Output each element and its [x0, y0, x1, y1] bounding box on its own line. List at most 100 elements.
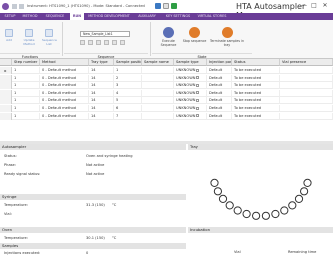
maximize-button[interactable]: □ [310, 2, 318, 10]
delete-icon[interactable] [96, 40, 101, 45]
cell-sample-name[interactable] [142, 97, 174, 105]
cell-step[interactable]: 1 [12, 82, 40, 90]
cell-status[interactable]: To be executed [232, 112, 280, 120]
cell-injection-port[interactable]: Default [207, 82, 232, 90]
tab-setup[interactable]: SETUP [2, 13, 18, 20]
execute-sequence-button[interactable]: Execute Sequence [156, 27, 181, 47]
sequence-name-input[interactable]: New_Sample_List1 [80, 31, 130, 37]
col-method[interactable]: Method [40, 59, 89, 66]
cell-sample-name[interactable] [142, 112, 174, 120]
cell-sample-type[interactable]: UNKNOWN [174, 82, 207, 90]
tab-method[interactable]: METHOD [19, 13, 41, 20]
row-selector[interactable]: ▸ [0, 67, 12, 74]
cell-tray-type[interactable]: 14 [89, 112, 114, 120]
cell-tray-type[interactable]: 14 [89, 74, 114, 82]
save-icon[interactable] [12, 4, 17, 9]
tab-method-development[interactable]: METHOD DEVELOPMENT [86, 13, 132, 20]
export-icon[interactable] [112, 40, 117, 45]
print-icon[interactable] [120, 40, 125, 45]
tray-vial-position[interactable] [252, 211, 261, 220]
update-method-button[interactable]: Update Method [22, 29, 36, 46]
stop-sequence-button[interactable]: Stop sequence [182, 27, 207, 43]
tray-vial-position[interactable] [271, 209, 280, 219]
col-vial-presence[interactable]: Vial presence [280, 59, 333, 66]
row-selector[interactable] [0, 112, 12, 120]
cell-vial-presence[interactable] [280, 112, 333, 120]
row-selector[interactable] [0, 82, 12, 90]
cell-vial-presence[interactable] [280, 105, 333, 112]
open-icon[interactable] [80, 40, 85, 45]
col-step-number[interactable]: Step number [12, 59, 40, 66]
cell-sample-position[interactable]: 5 [114, 97, 142, 105]
tab-run[interactable]: RUN [70, 13, 84, 20]
cell-status[interactable]: To be executed [232, 74, 280, 82]
row-selector[interactable] [0, 74, 12, 82]
row-selector[interactable] [0, 97, 12, 105]
cell-sample-type[interactable]: UNKNOWN [174, 105, 207, 112]
close-button[interactable]: ✕ [321, 2, 329, 10]
col-tray-type[interactable]: Tray type [89, 59, 114, 66]
cell-tray-type[interactable]: 14 [89, 67, 114, 74]
cell-method[interactable]: 0 - Default method [40, 105, 89, 112]
cell-injection-port[interactable]: Default [207, 97, 232, 105]
cell-sample-position[interactable]: 3 [114, 82, 142, 90]
cell-injection-port[interactable]: Default [207, 67, 232, 74]
cell-tray-type[interactable]: 14 [89, 105, 114, 112]
cell-method[interactable]: 0 - Default method [40, 112, 89, 120]
tray-vial-position[interactable] [300, 187, 309, 196]
cell-injection-port[interactable]: Default [207, 74, 232, 82]
tray-vial-position[interactable] [218, 194, 228, 204]
cell-step[interactable]: 1 [12, 97, 40, 105]
cell-tray-type[interactable]: 14 [89, 89, 114, 97]
col-status[interactable]: Status [232, 59, 280, 66]
cell-sample-type[interactable]: UNKNOWN [174, 112, 207, 120]
cell-step[interactable]: 1 [12, 67, 40, 74]
cell-tray-type[interactable]: 14 [89, 97, 114, 105]
cell-vial-presence[interactable] [280, 67, 333, 74]
tray-vial-position[interactable] [294, 194, 304, 204]
dropdown-icon[interactable] [196, 91, 200, 95]
cell-status[interactable]: To be executed [232, 67, 280, 74]
tray-vial-position[interactable] [213, 187, 222, 196]
minimize-button[interactable]: — [300, 2, 308, 10]
cell-status[interactable]: To be executed [232, 97, 280, 105]
cell-sample-name[interactable] [142, 105, 174, 112]
tray-vial-position[interactable] [242, 209, 251, 219]
cell-sample-position[interactable]: 1 [114, 67, 142, 74]
tab-virtual-stores[interactable]: VIRTUAL STORES [195, 13, 229, 20]
cell-status[interactable]: To be executed [232, 105, 280, 112]
cell-sample-position[interactable]: 4 [114, 89, 142, 97]
cell-step[interactable]: 1 [12, 74, 40, 82]
terminate-samples-button[interactable]: Terminate samples in tray [210, 27, 244, 47]
tray-vial-position[interactable] [210, 178, 219, 187]
cell-method[interactable]: 0 - Default method [40, 97, 89, 105]
cell-step[interactable]: 1 [12, 112, 40, 120]
add-button[interactable]: Add [2, 29, 16, 42]
cell-sample-type[interactable]: UNKNOWN [174, 74, 207, 82]
cell-sample-name[interactable] [142, 89, 174, 97]
cell-sample-name[interactable] [142, 82, 174, 90]
cell-sample-position[interactable]: 2 [114, 74, 142, 82]
import-icon[interactable] [104, 40, 109, 45]
dropdown-icon[interactable] [196, 68, 200, 72]
cell-vial-presence[interactable] [280, 89, 333, 97]
cell-sample-type[interactable]: UNKNOWN [174, 67, 207, 74]
tray-vial-position[interactable] [280, 206, 289, 215]
tray-vial-position[interactable] [261, 211, 271, 220]
tab-key-settings[interactable]: KEY SETTINGS [163, 13, 193, 20]
cell-vial-presence[interactable] [280, 97, 333, 105]
cell-sample-type[interactable]: UNKNOWN [174, 89, 207, 97]
tray-vial-position[interactable] [288, 201, 297, 210]
save-sequence-icon[interactable] [88, 40, 93, 45]
cell-method[interactable]: 0 - Default method [40, 82, 89, 90]
tray-vial-position[interactable] [225, 201, 234, 210]
dropdown-icon[interactable] [196, 83, 200, 87]
col-sample-position[interactable]: Sample position [114, 59, 142, 66]
cell-step[interactable]: 1 [12, 105, 40, 112]
col-sample-type[interactable]: Sample type [174, 59, 207, 66]
sequence-list-button[interactable]: Sequence List [42, 29, 57, 46]
cell-sample-name[interactable] [142, 74, 174, 82]
cell-injection-port[interactable]: Default [207, 112, 232, 120]
dropdown-icon[interactable] [196, 106, 200, 110]
cell-status[interactable]: To be executed [232, 82, 280, 90]
